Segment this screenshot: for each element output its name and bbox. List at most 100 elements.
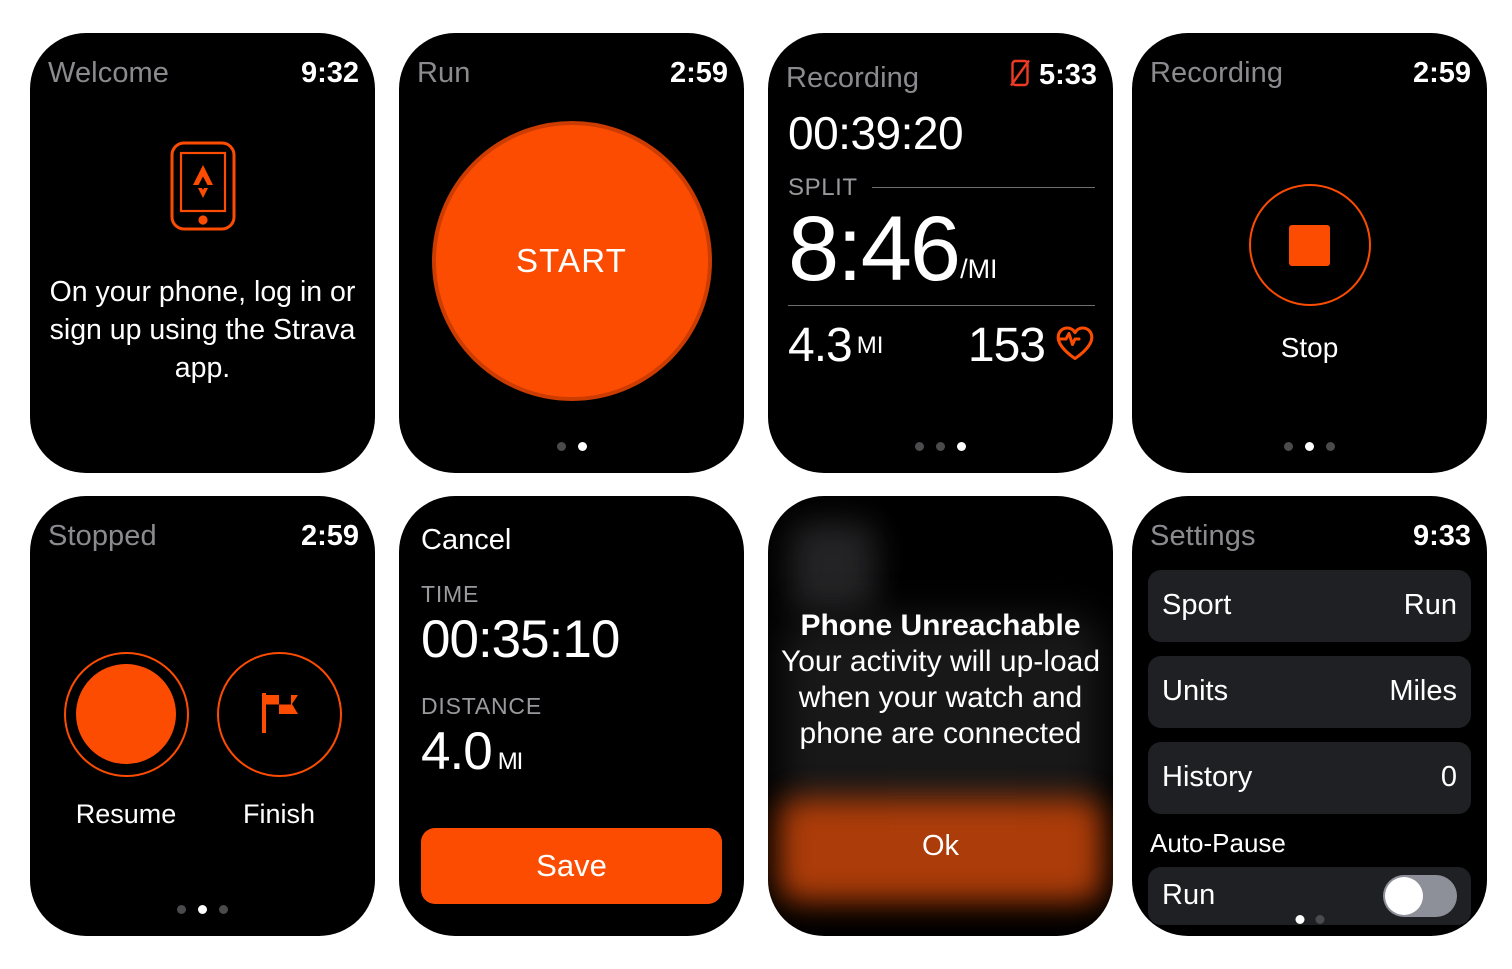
page-dot-active [577,442,587,452]
resume-circle-icon [63,651,189,777]
cell-phone-unreachable: Phone Unreachable Your activity will up-… [756,485,1125,948]
settings-row-history[interactable]: History 0 [1148,741,1471,814]
toggle-knob [1385,876,1423,915]
watch-screenshot-grid: Welcome 9:32 On your phone, log in or si… [0,0,1512,969]
elapsed-time-value: 00:39:20 [788,107,964,160]
finish-label: Finish [242,798,316,829]
page-dot-active [957,442,966,452]
watch-screen-phone-unreachable: Phone Unreachable Your activity will up-… [768,495,1113,936]
pace-unit: /MI [960,253,998,284]
ok-button[interactable]: Ok [790,810,1091,884]
stop-button[interactable] [1248,184,1371,307]
header-title: Recording [786,62,920,95]
page-indicator[interactable] [30,904,375,914]
page-dot [556,442,566,452]
resume-fill [76,664,176,765]
header-welcome: Welcome 9:32 [30,59,375,99]
settings-row-value: Run [1403,589,1457,622]
heart-pulse-icon [1055,325,1095,366]
stop-square-icon [1289,224,1330,266]
settings-section-auto-pause: Auto-Pause [1150,827,1286,858]
header-time: 9:33 [1412,519,1471,552]
page-dot [177,904,186,914]
page-dot-active [1305,442,1314,452]
phone-with-strava-logo-icon [170,141,236,236]
start-button-wrap: START [399,33,744,473]
phone-disconnected-icon [1009,59,1030,92]
settings-row-units[interactable]: Units Miles [1148,655,1471,728]
settings-row-value: 0 [1440,761,1457,794]
header-recording-stop: Recording 2:59 [1132,59,1487,99]
welcome-message: On your phone, log in or sign up using t… [49,276,356,385]
header-title: Recording [1150,57,1284,90]
header-time: 9:32 [300,57,359,90]
watch-screen-save-activity: Cancel TIME 00:35:10 DISTANCE 4.0 MI Sav… [399,495,744,936]
blurred-shape [790,521,876,614]
cell-recording-stop: Recording 2:59 Stop [1125,22,1494,485]
page-indicator[interactable] [1132,442,1487,452]
page-dot-active [198,904,207,914]
page-dot [915,442,924,452]
settings-row-sport[interactable]: Sport Run [1148,569,1471,642]
header-time: 2:59 [300,519,359,552]
cell-stopped: Stopped 2:59 Resume Finish [18,485,387,948]
settings-row-label: Run [1162,879,1216,912]
page-indicator[interactable] [399,442,744,452]
header-right: 9:32 [301,59,359,88]
header-recording: Recording 5:33 [768,59,1113,99]
page-indicator[interactable] [1295,914,1324,924]
header-right: 9:33 [1412,519,1471,552]
time-label: TIME [421,580,480,607]
time-value: 00:35:10 [421,609,620,669]
header-settings: Settings 9:33 [1132,519,1487,562]
page-dot [219,904,228,914]
resume-action[interactable]: Resume [63,651,189,830]
metrics-divider [788,304,1095,306]
auto-pause-toggle[interactable] [1383,874,1457,917]
distance-value: 4.0 [421,722,493,782]
pace-value: 8:46 [788,197,961,300]
recording-metrics-body: 00:39:20 SPLIT 8:46 /MI 4.3 MI 153 [788,109,1095,429]
page-dot-active [1295,914,1304,924]
settings-row-label: Sport [1162,589,1232,622]
page-indicator[interactable] [768,442,1113,452]
distance-unit: MI [856,331,884,359]
split-divider [871,187,1095,189]
page-dot [1326,442,1335,452]
watch-screen-stopped: Stopped 2:59 Resume Finish [30,495,375,936]
header-time: 2:59 [1412,57,1471,90]
save-button[interactable]: Save [421,827,722,904]
header-title: Settings [1150,519,1256,552]
cell-run-start: Run 2:59 START [387,22,756,485]
cancel-button[interactable]: Cancel [421,524,722,557]
watch-screen-recording-stop: Recording 2:59 Stop [1132,33,1487,474]
header-title: Stopped [48,519,157,552]
cell-settings: Settings 9:33 Sport Run Units Miles Hist… [1125,485,1494,948]
stats-row: 4.3 MI 153 [788,318,1095,372]
heart-rate-group: 153 [967,318,1095,372]
finish-action[interactable]: Finish [216,651,342,830]
distance-value: 4.3 [788,318,853,372]
page-dot [936,442,945,452]
start-button[interactable]: START [431,121,712,402]
cell-welcome: Welcome 9:32 On your phone, log in or si… [18,22,387,485]
watch-screen-recording-metrics: Recording 5:33 00:39:20 SPLIT 8:46 /MI 4… [768,33,1113,474]
header-right: 5:33 [1009,59,1097,92]
settings-row-label: Units [1162,675,1229,708]
page-dot [1284,442,1293,452]
distance-row: 4.0 MI [421,722,722,781]
save-body: Cancel TIME 00:35:10 DISTANCE 4.0 MI Sav… [421,524,722,918]
cell-recording-metrics: Recording 5:33 00:39:20 SPLIT 8:46 /MI 4… [756,22,1125,485]
welcome-body: On your phone, log in or sign up using t… [30,119,375,473]
resume-label: Resume [75,798,177,829]
settings-list: Sport Run Units Miles History 0 Auto-Pau… [1148,569,1471,936]
heart-rate-value: 153 [967,318,1046,372]
header-right: 2:59 [300,519,359,552]
header-time: 5:33 [1038,59,1097,92]
stop-label: Stop [1280,332,1339,364]
page-dot [1315,914,1324,924]
pace-row: 8:46 /MI [788,197,1095,300]
alert-title: Phone Unreachable [800,608,1081,642]
watch-screen-welcome: Welcome 9:32 On your phone, log in or si… [30,33,375,474]
distance-unit: MI [497,748,524,776]
